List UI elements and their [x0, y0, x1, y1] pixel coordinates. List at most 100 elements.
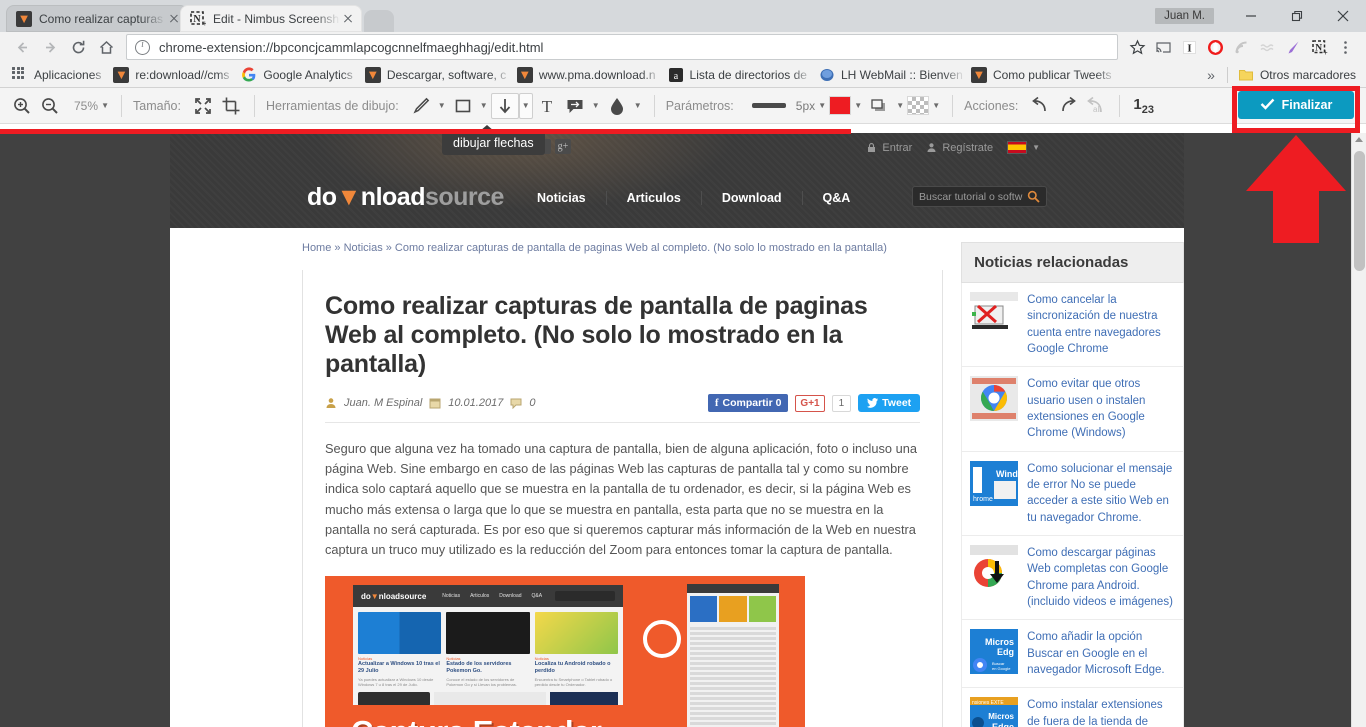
nimbus-icon: N + [190, 10, 208, 28]
forward-icon[interactable] [36, 33, 64, 61]
zoom-out-icon[interactable] [36, 93, 64, 119]
login-link[interactable]: Entrar [866, 142, 912, 154]
bookmark-other-folder[interactable]: Otros marcadores [1232, 64, 1362, 86]
bookmark-item-5[interactable]: LH WebMail :: Bienven [813, 64, 965, 86]
bookmark-item-1[interactable]: Google Analytics [235, 64, 358, 86]
page-info-icon[interactable] [135, 39, 150, 55]
bookmark-item-3[interactable]: ▼ www.pma.download.n [511, 64, 662, 86]
sidebar-item-text: Como añadir la opción Buscar en Google e… [1027, 631, 1165, 676]
nimbus-icon[interactable]: N + [1306, 34, 1332, 60]
bookmark-item-0[interactable]: ▼ re:download//cms [107, 64, 235, 86]
bookmarks-bar: Aplicaciones ▼ re:download//cms Google A… [0, 62, 1366, 88]
undo-all-icon[interactable]: all [1082, 93, 1110, 119]
article-meta: Juan. M Espinal 10.01.2017 0 f Compartir… [325, 394, 921, 423]
cast-icon[interactable] [1150, 34, 1176, 60]
google-plus-button[interactable]: G+1 [795, 394, 825, 412]
blur-tool[interactable] [603, 93, 631, 119]
minimize-button[interactable] [1228, 0, 1274, 32]
pencil-dropdown-chevron-down-icon[interactable]: ▼ [435, 93, 449, 119]
scroll-up-arrow-icon[interactable] [1355, 137, 1363, 142]
rectangle-dropdown-chevron-down-icon[interactable]: ▼ [477, 93, 491, 119]
new-tab-button[interactable] [364, 10, 394, 32]
site-nav: Noticias Articulos Download Q&A [517, 191, 870, 205]
undo-icon[interactable] [1026, 93, 1054, 119]
fill-chevron-down-icon[interactable]: ▼ [929, 93, 943, 119]
callout-tool[interactable] [561, 93, 589, 119]
chrome-browser-window: ▼ Como realizar capturas d N + Edit - Nim… [0, 0, 1366, 727]
bookmark-item-6[interactable]: ▼ Como publicar Tweets [965, 64, 1117, 86]
letter-i-icon[interactable]: I [1176, 34, 1202, 60]
language-selector[interactable]: ▼ [1007, 141, 1040, 154]
arrow-tool[interactable] [490, 92, 519, 119]
sidebar-item-4[interactable]: Micros Edg Buscar en Google Como añadir la … [961, 620, 1184, 689]
color-chevron-down-icon[interactable]: ▼ [851, 93, 865, 119]
sidebar-item-1[interactable]: Como evitar que otros usuario usen o ins… [961, 367, 1184, 452]
zoom-in-icon[interactable] [8, 93, 36, 119]
google-plus-icon[interactable]: g+ [555, 139, 571, 154]
sidebar-item-0[interactable]: Como cancelar la sincronización de nuest… [961, 283, 1184, 368]
stroke-preview[interactable] [751, 103, 786, 108]
bookmark-item-2[interactable]: ▼ Descargar, software, c [359, 64, 511, 86]
redo-icon[interactable] [1054, 93, 1082, 119]
chrome-menu-icon[interactable] [1332, 34, 1358, 60]
transparent-fill-icon[interactable] [907, 96, 930, 115]
purple-pen-icon[interactable] [1280, 34, 1306, 60]
navigation-bar: chrome-extension://bpconcjcammlapcogcnne… [0, 32, 1366, 62]
waves-icon[interactable] [1254, 34, 1280, 60]
tooltip: dibujar flechas [442, 125, 545, 155]
opera-circle-icon[interactable] [1202, 34, 1228, 60]
shadow-chevron-down-icon[interactable]: ▼ [893, 93, 907, 119]
close-button[interactable] [1320, 0, 1366, 32]
shadow-icon[interactable] [865, 93, 893, 119]
article-box: Como realizar capturas de pantalla de pa… [302, 270, 944, 727]
author-name[interactable]: Juan. M Espinal [344, 397, 422, 409]
bookmark-item-4[interactable]: a Lista de directorios de [662, 64, 813, 86]
bookmarks-overflow-button[interactable]: » [1199, 67, 1223, 83]
register-link[interactable]: Regístrate [926, 142, 993, 154]
facebook-share-button[interactable]: f Compartir 0 [707, 394, 789, 412]
user-profile-chip[interactable]: Juan M. [1155, 8, 1214, 24]
zoom-dropdown-chevron-down-icon[interactable]: ▼ [98, 93, 112, 119]
zoom-level-value[interactable]: 75% [74, 99, 98, 113]
breadcrumb[interactable]: Home » Noticias » Como realizar capturas… [302, 242, 943, 254]
nav-item-download[interactable]: Download [702, 191, 803, 205]
sidebar-item-3[interactable]: Como descargar páginas Web completas con… [961, 535, 1184, 621]
back-icon[interactable] [8, 33, 36, 61]
page-scrollbar[interactable] [1351, 133, 1366, 727]
rss-icon[interactable] [1228, 34, 1254, 60]
nav-item-qa[interactable]: Q&A [803, 191, 871, 205]
svg-text:+: + [1323, 48, 1328, 56]
home-icon[interactable] [92, 33, 120, 61]
nav-item-noticias[interactable]: Noticias [517, 191, 607, 205]
browser-tab-2[interactable]: N + Edit - Nimbus Screenshot [180, 5, 362, 32]
sidebar-item-5[interactable]: nsiones EXTE MicrosEdge Como instalar ext… [961, 688, 1184, 727]
pencil-tool[interactable] [407, 93, 435, 119]
fit-screen-icon[interactable] [189, 93, 217, 119]
stroke-size-value[interactable]: 5px [796, 99, 815, 113]
number-tool[interactable]: 123 [1133, 96, 1154, 116]
callout-dropdown-chevron-down-icon[interactable]: ▼ [589, 93, 603, 119]
restore-button[interactable] [1274, 0, 1320, 32]
reload-icon[interactable] [64, 33, 92, 61]
bookmark-star-icon[interactable] [1124, 34, 1150, 60]
embedded-comparison-image[interactable]: do▼nloadsource Noticias Articulos Downlo… [325, 576, 805, 727]
tweet-button[interactable]: Tweet [858, 394, 921, 412]
site-search-input[interactable]: Buscar tutorial o softw [912, 186, 1047, 207]
color-swatch[interactable] [829, 96, 852, 115]
bookmark-apps[interactable]: Aplicaciones [6, 64, 107, 86]
browser-tab-1[interactable]: ▼ Como realizar capturas d [6, 5, 188, 32]
arrow-dropdown-chevron-down-icon[interactable]: ▼ [518, 92, 533, 119]
close-tab-icon[interactable] [340, 11, 356, 27]
site-logo[interactable]: do▼nloadsource [307, 183, 504, 212]
nav-item-articulos[interactable]: Articulos [607, 191, 702, 205]
svg-text:Windo: Windo [996, 469, 1018, 479]
sidebar-item-2[interactable]: Windo hrome Como solucionar el mensaje de… [961, 451, 1184, 536]
address-bar[interactable]: chrome-extension://bpconcjcammlapcogcnne… [126, 34, 1118, 60]
stroke-size-chevron-down-icon[interactable]: ▼ [815, 93, 829, 119]
scrollbar-thumb[interactable] [1354, 151, 1365, 271]
screenshot-canvas[interactable]: f g+ Entrar Regístrate ▼ [0, 133, 1366, 727]
crop-icon[interactable] [217, 93, 245, 119]
text-tool[interactable]: T [533, 93, 561, 119]
blur-dropdown-chevron-down-icon[interactable]: ▼ [631, 93, 645, 119]
rectangle-tool[interactable] [449, 93, 477, 119]
